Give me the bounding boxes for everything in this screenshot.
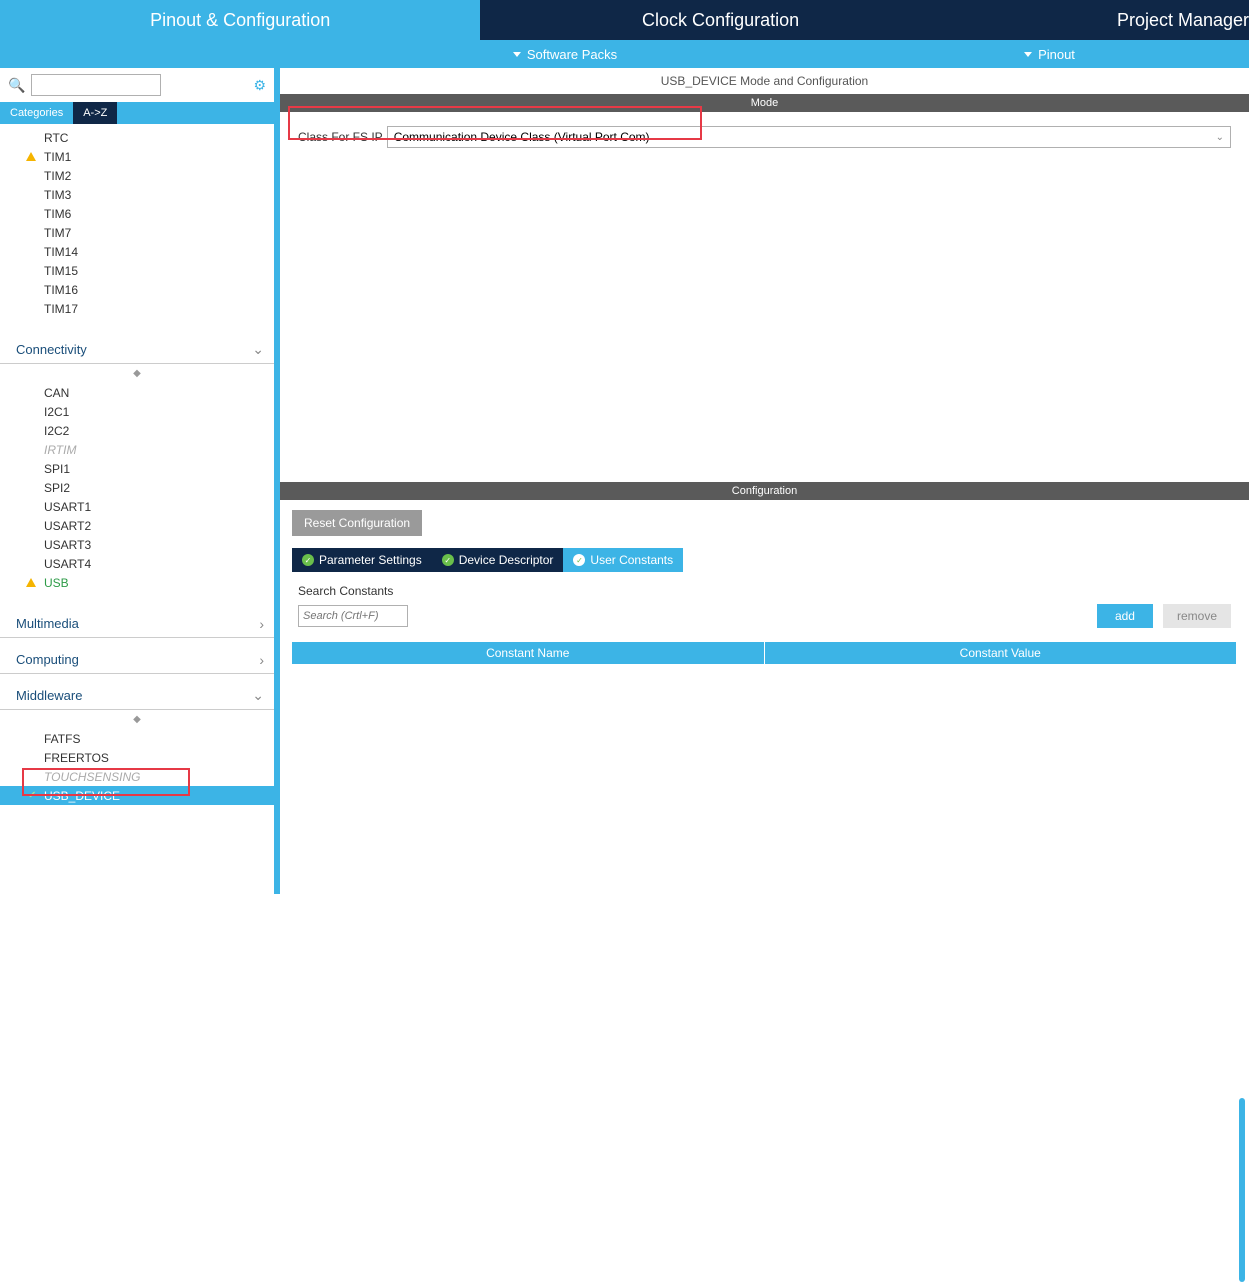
- section-multimedia[interactable]: Multimedia›: [0, 610, 274, 638]
- mode-header: Mode: [280, 94, 1249, 112]
- tree-item[interactable]: USART4: [0, 554, 274, 573]
- sub-tab-software-packs[interactable]: Software Packs: [280, 47, 850, 62]
- tab-project-manager[interactable]: Project Manager: [961, 0, 1249, 40]
- search-icon: 🔍: [8, 77, 25, 94]
- tab-device-descriptor[interactable]: ✓Device Descriptor: [432, 548, 564, 572]
- sort-icon[interactable]: ◆: [0, 710, 274, 729]
- tree-item[interactable]: CAN: [0, 383, 274, 402]
- tree-item[interactable]: TIM17: [0, 299, 274, 318]
- config-header: Configuration: [280, 482, 1249, 500]
- tree-item-usb[interactable]: USB: [0, 573, 274, 592]
- chevron-right-icon: ›: [259, 616, 264, 632]
- tree-item[interactable]: TIM6: [0, 204, 274, 223]
- search-input[interactable]: [31, 74, 161, 96]
- tree-item-usb-device[interactable]: ✔USB_DEVICE: [0, 786, 274, 805]
- tree-item[interactable]: TIM2: [0, 166, 274, 185]
- tab-categories[interactable]: Categories: [0, 102, 73, 124]
- constants-table: Constant Name Constant Value: [292, 642, 1237, 664]
- peripheral-tree: RTC TIM1 TIM2 TIM3 TIM6 TIM7 TIM14 TIM15…: [0, 124, 274, 894]
- th-constant-value: Constant Value: [765, 642, 1238, 664]
- reset-configuration-button[interactable]: Reset Configuration: [292, 510, 422, 536]
- chevron-down-icon: [513, 52, 521, 57]
- section-connectivity[interactable]: Connectivity⌄: [0, 336, 274, 364]
- class-for-fs-ip-select[interactable]: Communication Device Class (Virtual Port…: [387, 126, 1231, 148]
- panel-title: USB_DEVICE Mode and Configuration: [280, 68, 1249, 94]
- tree-item[interactable]: TIM15: [0, 261, 274, 280]
- tab-clock-config[interactable]: Clock Configuration: [480, 0, 960, 40]
- sidebar: 🔍 ⚙ Categories A->Z RTC TIM1 TIM2 TIM3 T…: [0, 68, 280, 894]
- gear-icon[interactable]: ⚙: [253, 77, 266, 94]
- section-middleware[interactable]: Middleware⌄: [0, 682, 274, 710]
- search-constants-input[interactable]: [298, 605, 408, 627]
- tree-item[interactable]: TIM3: [0, 185, 274, 204]
- warning-icon: [26, 152, 36, 161]
- warning-icon: [26, 578, 36, 587]
- chevron-down-icon: [1024, 52, 1032, 57]
- sub-tab-pinout[interactable]: Pinout: [850, 47, 1249, 62]
- chevron-right-icon: ›: [259, 652, 264, 668]
- tree-item[interactable]: TIM7: [0, 223, 274, 242]
- tree-item[interactable]: RTC: [0, 128, 274, 147]
- top-tabs: Pinout & Configuration Clock Configurati…: [0, 0, 1249, 40]
- search-constants-label: Search Constants: [298, 584, 1231, 598]
- sort-icon[interactable]: ◆: [0, 364, 274, 383]
- tree-item[interactable]: TIM16: [0, 280, 274, 299]
- check-icon: ✓: [442, 554, 454, 566]
- scrollbar[interactable]: [1239, 1098, 1245, 1282]
- add-button[interactable]: add: [1097, 604, 1153, 628]
- tree-item[interactable]: USART2: [0, 516, 274, 535]
- tree-item[interactable]: IRTIM: [0, 440, 274, 459]
- check-icon: ✓: [573, 554, 585, 566]
- tree-item[interactable]: I2C2: [0, 421, 274, 440]
- tab-pinout-config[interactable]: Pinout & Configuration: [0, 0, 480, 40]
- tree-item[interactable]: TIM14: [0, 242, 274, 261]
- tree-item[interactable]: TOUCHSENSING: [0, 767, 274, 786]
- chevron-down-icon: ⌄: [252, 341, 264, 358]
- chevron-down-icon: ⌄: [1216, 132, 1224, 143]
- tree-item[interactable]: USART3: [0, 535, 274, 554]
- tab-user-constants[interactable]: ✓User Constants: [563, 548, 683, 572]
- tab-parameter-settings[interactable]: ✓Parameter Settings: [292, 548, 432, 572]
- tree-item[interactable]: USART1: [0, 497, 274, 516]
- content-panel: USB_DEVICE Mode and Configuration Mode C…: [280, 68, 1249, 894]
- tree-item[interactable]: FATFS: [0, 729, 274, 748]
- tree-item[interactable]: TIM1: [0, 147, 274, 166]
- tree-item[interactable]: SPI1: [0, 459, 274, 478]
- tab-az[interactable]: A->Z: [73, 102, 117, 124]
- check-icon: ✓: [302, 554, 314, 566]
- chevron-down-icon: ⌄: [252, 687, 264, 704]
- section-computing[interactable]: Computing›: [0, 646, 274, 674]
- sub-tabs: Software Packs Pinout: [0, 40, 1249, 68]
- tree-item[interactable]: I2C1: [0, 402, 274, 421]
- tree-item[interactable]: FREERTOS: [0, 748, 274, 767]
- tree-item[interactable]: SPI2: [0, 478, 274, 497]
- check-icon: ✔: [28, 790, 36, 801]
- remove-button: remove: [1163, 604, 1231, 628]
- th-constant-name: Constant Name: [292, 642, 765, 664]
- mode-label: Class For FS IP: [298, 130, 383, 144]
